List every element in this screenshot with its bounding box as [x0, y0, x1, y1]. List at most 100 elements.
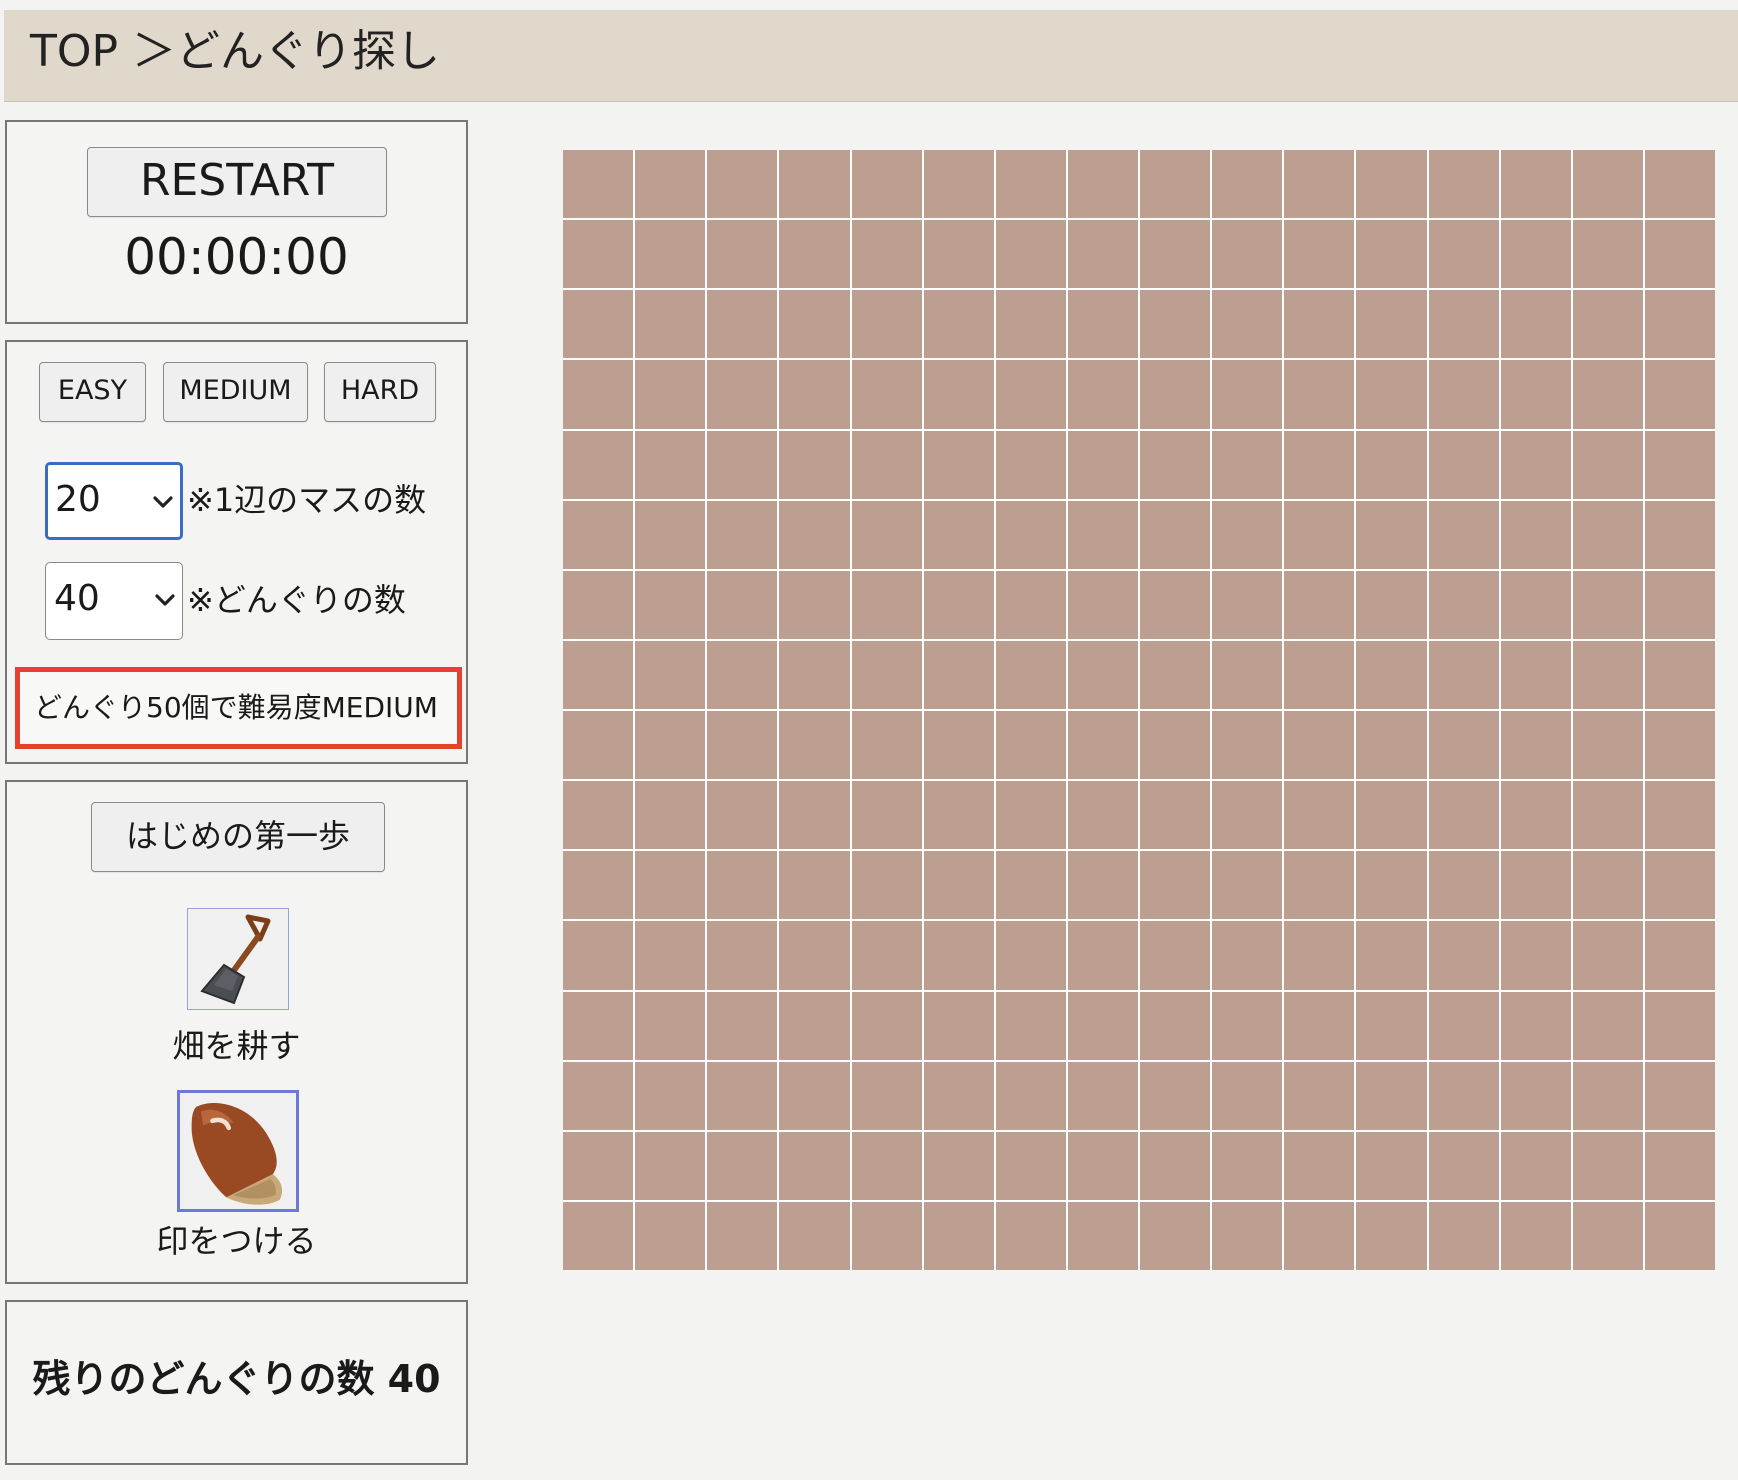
- board-cell[interactable]: [635, 921, 706, 990]
- board-cell[interactable]: [1140, 781, 1211, 850]
- board-cell[interactable]: [779, 640, 850, 709]
- board-cell[interactable]: [563, 921, 634, 990]
- board-cell[interactable]: [923, 640, 994, 709]
- board-cell[interactable]: [1572, 430, 1643, 499]
- board-cell[interactable]: [995, 851, 1066, 920]
- board-cell[interactable]: [923, 921, 994, 990]
- board-cell[interactable]: [1284, 360, 1355, 429]
- board-cell[interactable]: [1428, 500, 1499, 569]
- board-cell[interactable]: [923, 220, 994, 289]
- board-cell[interactable]: [995, 150, 1066, 219]
- board-cell[interactable]: [1212, 570, 1283, 639]
- board-cell[interactable]: [563, 500, 634, 569]
- board-cell[interactable]: [1212, 430, 1283, 499]
- easy-button[interactable]: EASY: [39, 362, 146, 422]
- board-cell[interactable]: [1067, 500, 1138, 569]
- board-cell[interactable]: [995, 1061, 1066, 1130]
- board-cell[interactable]: [995, 781, 1066, 850]
- board-cell[interactable]: [707, 640, 778, 709]
- board-cell[interactable]: [1644, 570, 1715, 639]
- board-cell[interactable]: [563, 1201, 634, 1270]
- board-cell[interactable]: [1644, 430, 1715, 499]
- board-cell[interactable]: [923, 1131, 994, 1200]
- board-cell[interactable]: [1067, 150, 1138, 219]
- board-cell[interactable]: [563, 570, 634, 639]
- board-cell[interactable]: [1067, 360, 1138, 429]
- board-cell[interactable]: [1140, 220, 1211, 289]
- board-cell[interactable]: [1572, 1131, 1643, 1200]
- board-cell[interactable]: [1140, 711, 1211, 780]
- board-cell[interactable]: [1356, 1131, 1427, 1200]
- board-cell[interactable]: [779, 1131, 850, 1200]
- board-cell[interactable]: [1644, 1131, 1715, 1200]
- board-cell[interactable]: [707, 781, 778, 850]
- board-cell[interactable]: [1500, 991, 1571, 1060]
- board-cell[interactable]: [1284, 640, 1355, 709]
- board-cell[interactable]: [635, 500, 706, 569]
- board-cell[interactable]: [1356, 781, 1427, 850]
- board-cell[interactable]: [1067, 921, 1138, 990]
- board-cell[interactable]: [1140, 1131, 1211, 1200]
- board-cell[interactable]: [923, 711, 994, 780]
- board-cell[interactable]: [779, 290, 850, 359]
- board-cell[interactable]: [707, 150, 778, 219]
- board-cell[interactable]: [1284, 1131, 1355, 1200]
- board-cell[interactable]: [923, 430, 994, 499]
- board-cell[interactable]: [1067, 640, 1138, 709]
- board-cell[interactable]: [1284, 781, 1355, 850]
- board-cell[interactable]: [1212, 711, 1283, 780]
- board-cell[interactable]: [707, 921, 778, 990]
- board-cell[interactable]: [1284, 570, 1355, 639]
- board-cell[interactable]: [1644, 360, 1715, 429]
- board-cell[interactable]: [1067, 711, 1138, 780]
- board-cell[interactable]: [1500, 851, 1571, 920]
- board-cell[interactable]: [851, 220, 922, 289]
- board-cell[interactable]: [995, 711, 1066, 780]
- board-cell[interactable]: [923, 781, 994, 850]
- board-cell[interactable]: [851, 150, 922, 219]
- board-cell[interactable]: [635, 220, 706, 289]
- board-cell[interactable]: [1428, 851, 1499, 920]
- board-cell[interactable]: [1500, 430, 1571, 499]
- board-cell[interactable]: [1428, 781, 1499, 850]
- board-cell[interactable]: [1284, 1061, 1355, 1130]
- board-cell[interactable]: [1500, 150, 1571, 219]
- board-cell[interactable]: [1140, 500, 1211, 569]
- board-cell[interactable]: [851, 1131, 922, 1200]
- board-cell[interactable]: [1572, 851, 1643, 920]
- board-cell[interactable]: [923, 290, 994, 359]
- board-cell[interactable]: [1356, 1061, 1427, 1130]
- board-cell[interactable]: [779, 360, 850, 429]
- board-cell[interactable]: [1212, 360, 1283, 429]
- board-cell[interactable]: [779, 150, 850, 219]
- board-cell[interactable]: [1140, 290, 1211, 359]
- board-cell[interactable]: [1500, 570, 1571, 639]
- board-cell[interactable]: [1500, 220, 1571, 289]
- board-cell[interactable]: [1500, 640, 1571, 709]
- grid-size-select[interactable]: 20: [45, 462, 183, 540]
- board-cell[interactable]: [1644, 781, 1715, 850]
- board-cell[interactable]: [1428, 150, 1499, 219]
- board-cell[interactable]: [1284, 991, 1355, 1060]
- board-cell[interactable]: [779, 711, 850, 780]
- first-step-button[interactable]: はじめの第一歩: [91, 802, 385, 872]
- board-cell[interactable]: [1500, 290, 1571, 359]
- board-cell[interactable]: [707, 851, 778, 920]
- board-cell[interactable]: [635, 360, 706, 429]
- board-cell[interactable]: [851, 851, 922, 920]
- board-cell[interactable]: [1284, 711, 1355, 780]
- board-cell[interactable]: [995, 921, 1066, 990]
- board-cell[interactable]: [1428, 640, 1499, 709]
- board-cell[interactable]: [1428, 1131, 1499, 1200]
- board-cell[interactable]: [1644, 991, 1715, 1060]
- board-cell[interactable]: [1428, 430, 1499, 499]
- board-cell[interactable]: [1572, 711, 1643, 780]
- board-cell[interactable]: [1140, 991, 1211, 1060]
- board-cell[interactable]: [923, 150, 994, 219]
- board-cell[interactable]: [995, 1131, 1066, 1200]
- board-cell[interactable]: [1500, 711, 1571, 780]
- board-cell[interactable]: [1284, 921, 1355, 990]
- board-cell[interactable]: [563, 781, 634, 850]
- board-cell[interactable]: [1140, 921, 1211, 990]
- dig-tool-button[interactable]: [187, 908, 289, 1010]
